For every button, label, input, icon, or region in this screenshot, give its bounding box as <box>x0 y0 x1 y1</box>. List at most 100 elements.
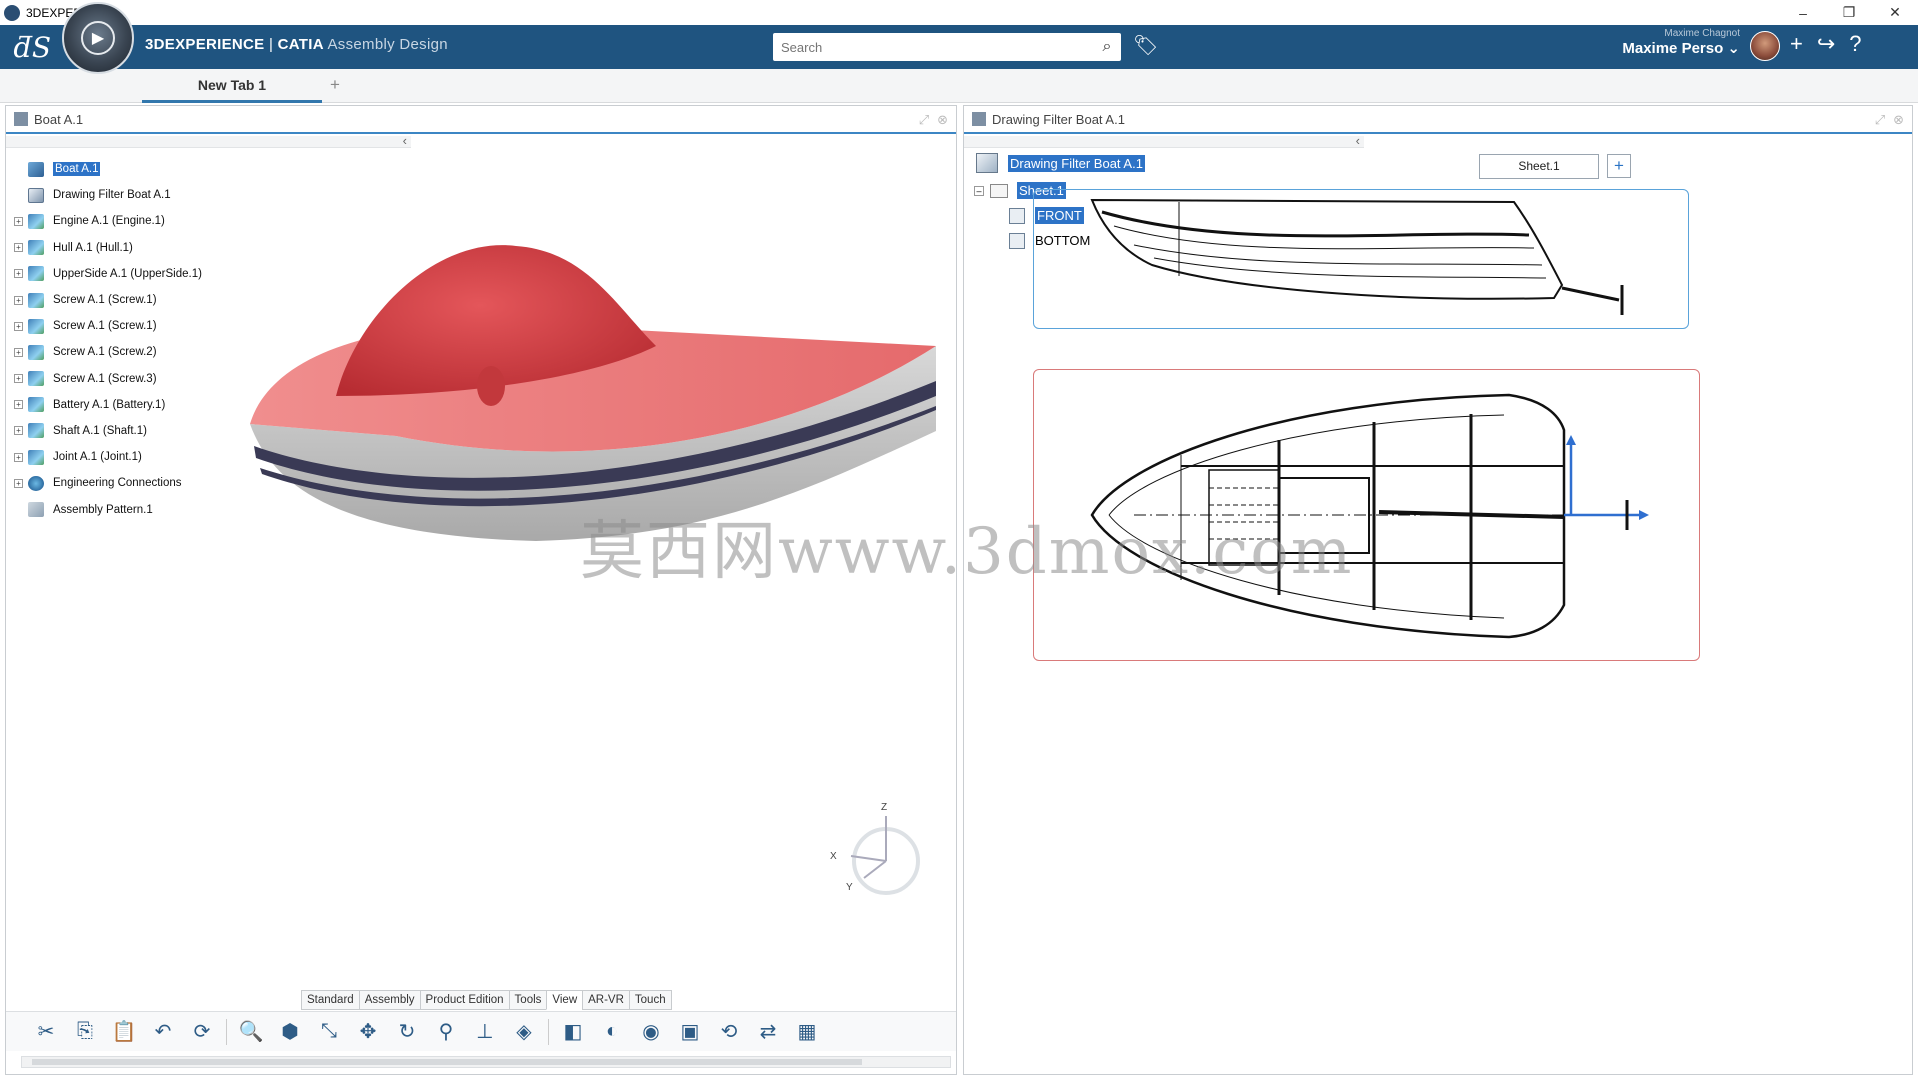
expand-icon[interactable]: + <box>14 295 23 305</box>
close-button[interactable]: ✕ <box>1872 0 1918 25</box>
tree-item-label[interactable]: Joint A.1 (Joint.1) <box>53 451 142 463</box>
tree-item[interactable]: + Screw A.1 (Screw.1) <box>14 287 202 313</box>
maximize-icon[interactable]: ⤢ <box>919 112 929 128</box>
undo-icon[interactable]: ↶ <box>148 1018 178 1046</box>
tree-item[interactable]: + Shaft A.1 (Shaft.1) <box>14 418 202 444</box>
tree-item-label[interactable]: Screw A.1 (Screw.2) <box>53 346 157 358</box>
update-icon[interactable]: ⟳ <box>187 1018 217 1046</box>
tree-item-label[interactable]: Assembly Pattern.1 <box>53 504 153 516</box>
compass-axis-triad[interactable]: Z X Y <box>826 796 936 896</box>
hide-show-icon[interactable]: ◐ <box>597 1018 627 1046</box>
expand-icon[interactable]: + <box>14 478 23 488</box>
cut-icon[interactable]: ✂ <box>31 1018 61 1046</box>
action-bar-tab[interactable]: Touch <box>628 990 672 1010</box>
tree-item-label[interactable]: Screw A.1 (Screw.1) <box>53 320 157 332</box>
share-icon[interactable]: ↪ <box>1817 31 1835 57</box>
front-view-frame[interactable] <box>1033 189 1689 329</box>
cube-view-icon[interactable]: ⬢ <box>275 1018 305 1046</box>
expand-icon[interactable]: + <box>14 374 23 384</box>
dassault-logo-icon[interactable]: ƌS <box>14 31 51 64</box>
normal-view-icon[interactable]: ⊥ <box>470 1018 500 1046</box>
refresh-icon[interactable]: ⟲ <box>714 1018 744 1046</box>
help-icon[interactable]: ? <box>1849 31 1861 57</box>
drawing-root[interactable]: Drawing Filter Boat A.1 <box>976 153 1145 173</box>
copy-icon[interactable]: ⎘ <box>70 1018 100 1046</box>
tree-item-label[interactable]: Boat A.1 <box>53 162 101 177</box>
horizontal-scrollbar[interactable] <box>21 1056 951 1068</box>
tree-item[interactable]: + Screw A.1 (Screw.2) <box>14 339 202 365</box>
play-icon[interactable]: ▶ <box>81 21 115 55</box>
rotate-icon[interactable]: ↻ <box>392 1018 422 1046</box>
tree-item-label[interactable]: Screw A.1 (Screw.1) <box>53 294 157 306</box>
tree-item[interactable]: + Engineering Connections <box>14 470 202 496</box>
tree-item[interactable]: + UpperSide A.1 (UpperSide.1) <box>14 261 202 287</box>
render-style-icon[interactable]: ◧ <box>558 1018 588 1046</box>
tree-item-label[interactable]: Hull A.1 (Hull.1) <box>53 242 133 254</box>
fit-all-icon[interactable]: ⤡ <box>314 1018 344 1046</box>
tab-new-tab-1[interactable]: New Tab 1 <box>142 69 322 103</box>
action-bar-tab[interactable]: Standard <box>301 990 360 1010</box>
tree-item-label[interactable]: UpperSide A.1 (UpperSide.1) <box>53 268 202 280</box>
zoom-icon[interactable]: 🔍 <box>236 1018 266 1046</box>
tree-item[interactable]: + Joint A.1 (Joint.1) <box>14 444 202 470</box>
tree-item[interactable]: Boat A.1 <box>14 156 202 182</box>
pan-icon[interactable]: ✥ <box>353 1018 383 1046</box>
action-bar-tab[interactable]: AR-VR <box>582 990 630 1010</box>
expand-icon[interactable]: + <box>14 347 23 357</box>
tree-item[interactable]: + Battery A.1 (Battery.1) <box>14 392 202 418</box>
action-bar-tab[interactable]: Product Edition <box>419 990 510 1010</box>
expand-icon[interactable]: + <box>14 426 23 436</box>
expand-icon[interactable]: + <box>14 400 23 410</box>
tree-item-label[interactable]: Battery A.1 (Battery.1) <box>53 399 165 411</box>
expand-icon[interactable]: + <box>14 321 23 331</box>
expand-icon[interactable]: + <box>14 269 23 279</box>
iso-view-icon[interactable]: ◈ <box>509 1018 539 1046</box>
collapse-icon[interactable]: – <box>974 185 984 196</box>
boat-3d-model[interactable] <box>236 196 946 546</box>
close-panel-icon[interactable]: ⊗ <box>937 112 948 128</box>
chevron-left-icon[interactable]: ‹ <box>403 133 407 148</box>
sheet-selector[interactable]: Sheet.1 <box>1479 154 1599 179</box>
restore-button[interactable]: ❐ <box>1826 0 1872 25</box>
zoom-area-icon[interactable]: ⚲ <box>431 1018 461 1046</box>
tree-item-label[interactable]: Engineering Connections <box>53 477 182 489</box>
expand-icon[interactable]: + <box>14 243 23 253</box>
swap-icon[interactable]: ⇄ <box>753 1018 783 1046</box>
drawing-root-label[interactable]: Drawing Filter Boat A.1 <box>1008 154 1145 172</box>
select-icon[interactable]: ▣ <box>675 1018 705 1046</box>
tree-item-label[interactable]: Engine A.1 (Engine.1) <box>53 215 165 227</box>
add-tab-icon[interactable]: + <box>330 75 340 95</box>
avatar[interactable] <box>1750 31 1780 61</box>
action-bar-tab[interactable]: Assembly <box>358 990 421 1010</box>
compass-widget[interactable]: ▶ <box>62 2 134 74</box>
tree-item[interactable]: + Hull A.1 (Hull.1) <box>14 235 202 261</box>
paste-icon[interactable]: 📋 <box>109 1018 139 1046</box>
tree-item[interactable]: + Screw A.1 (Screw.1) <box>14 313 202 339</box>
search-input[interactable] <box>773 33 1093 61</box>
tree-item[interactable]: + Screw A.1 (Screw.3) <box>14 366 202 392</box>
tree-item[interactable]: Drawing Filter Boat A.1 <box>14 182 202 208</box>
scrollbar-thumb[interactable] <box>32 1059 862 1065</box>
add-icon[interactable]: + <box>1790 31 1803 57</box>
action-bar-tab[interactable]: View <box>546 990 584 1010</box>
search-icon[interactable]: ⌕ <box>1093 38 1121 56</box>
tree-item-label[interactable]: Drawing Filter Boat A.1 <box>53 189 171 201</box>
expand-icon[interactable]: + <box>14 452 23 462</box>
tree-item-label[interactable]: Screw A.1 (Screw.3) <box>53 373 157 385</box>
close-panel-icon[interactable]: ⊗ <box>1893 112 1904 128</box>
tree-item[interactable]: Assembly Pattern.1 <box>14 496 202 522</box>
expand-icon[interactable]: + <box>14 216 23 226</box>
user-menu[interactable]: Maxime Chagnot Maxime Perso ⌄ <box>1590 28 1740 57</box>
visibility-icon[interactable]: ◉ <box>636 1018 666 1046</box>
minimize-button[interactable]: – <box>1780 0 1826 25</box>
tree-collapse-bar[interactable]: ‹ <box>6 133 411 148</box>
tree-item-label[interactable]: Shaft A.1 (Shaft.1) <box>53 425 147 437</box>
add-sheet-button[interactable]: + <box>1607 154 1631 178</box>
tree-item[interactable]: + Engine A.1 (Engine.1) <box>14 208 202 234</box>
tree-collapse-bar[interactable]: ‹ <box>964 133 1364 148</box>
action-bar-tab[interactable]: Tools <box>508 990 548 1010</box>
maximize-icon[interactable]: ⤢ <box>1875 112 1885 128</box>
chevron-left-icon[interactable]: ‹ <box>1356 133 1360 148</box>
tag-icon[interactable]: 🏷 <box>1133 33 1158 58</box>
user-name[interactable]: Maxime Perso ⌄ <box>1590 39 1740 57</box>
